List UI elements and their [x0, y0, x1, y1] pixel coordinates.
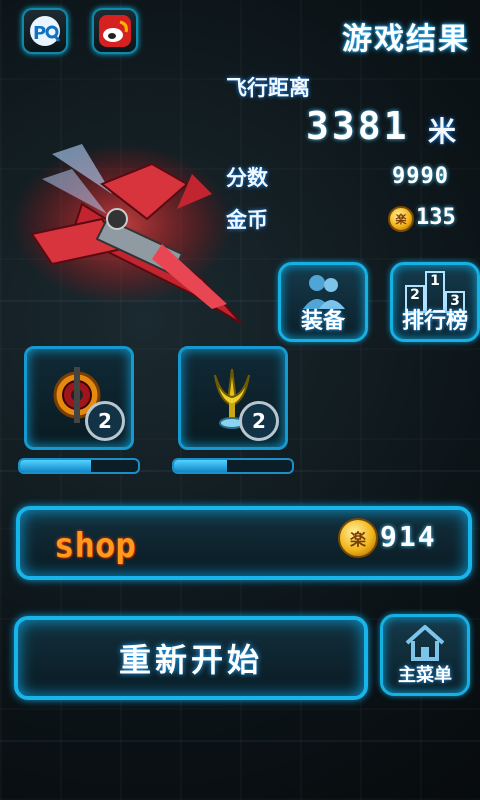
restart-label: 重新开始: [118, 641, 263, 679]
item-slot-trident[interactable]: 2: [178, 346, 288, 450]
home-icon: [405, 625, 445, 661]
item-slot-bomb[interactable]: 2: [24, 346, 134, 450]
weibo-icon: [99, 15, 131, 47]
score-value: 9990: [392, 164, 449, 189]
item-progress-fill: [174, 460, 228, 472]
weibo-button[interactable]: [92, 8, 138, 54]
coin-symbol: 楽: [395, 213, 407, 226]
item-progress-bar: [18, 458, 140, 474]
item-progress-bar: [172, 458, 294, 474]
distance-value: 3381: [306, 104, 410, 148]
bg-line: [0, 740, 480, 742]
distance-unit: 米: [428, 115, 457, 148]
restart-button[interactable]: 重新开始: [14, 616, 368, 700]
item-progress-fill: [20, 460, 91, 472]
shop-coins-value: 914: [380, 520, 437, 553]
pq-logo-button[interactable]: P: [22, 8, 68, 54]
rank-second: 2: [410, 287, 420, 303]
leaderboard-label: 排行榜: [401, 309, 468, 334]
coins-value: 135: [416, 205, 456, 230]
item-count-badge: 2: [239, 401, 279, 441]
equip-label: 装备: [300, 309, 345, 334]
main-menu-button[interactable]: 主菜单: [380, 614, 470, 696]
item-count-badge: 2: [85, 401, 125, 441]
coin-icon: 楽: [338, 518, 378, 558]
item-count: 2: [98, 409, 112, 433]
svg-text:P: P: [33, 23, 46, 44]
pq-logo-icon: P: [30, 16, 61, 46]
coin-icon: 楽: [388, 206, 414, 232]
equip-button[interactable]: 装备: [278, 262, 368, 342]
distance-label: 飞行距离: [226, 76, 310, 100]
coin-symbol: 楽: [349, 530, 366, 549]
item-count: 2: [252, 409, 266, 433]
page-title: 游戏结果: [342, 22, 470, 57]
main-menu-label: 主菜单: [398, 665, 452, 686]
shop-label: shop: [54, 526, 136, 566]
fighter-jet-icon: [12, 144, 243, 325]
shop-button[interactable]: shop 楽 914: [16, 506, 472, 580]
rank-first: 1: [430, 273, 440, 289]
leaderboard-button[interactable]: 1 2 3 排行榜: [390, 262, 480, 342]
